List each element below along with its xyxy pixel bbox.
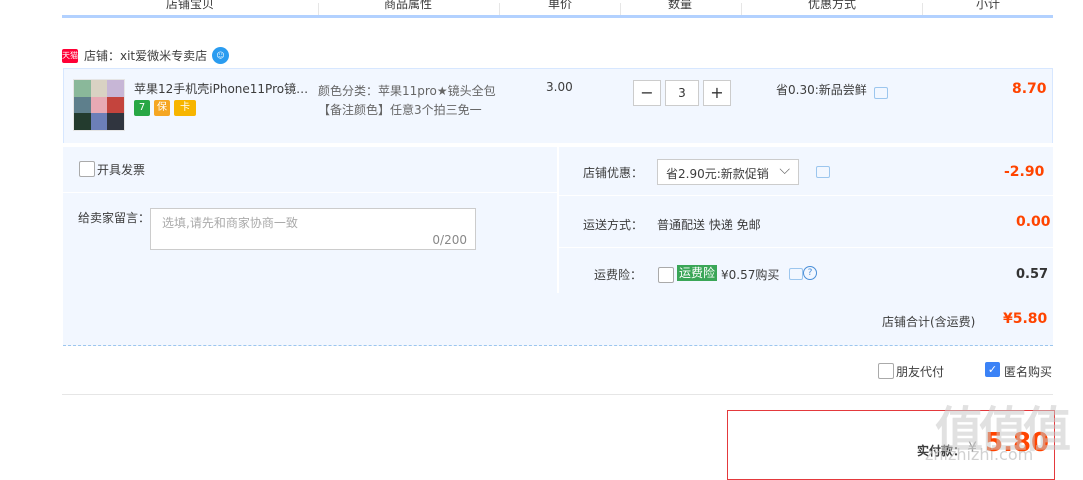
qty-minus-button[interactable]: − <box>633 80 661 106</box>
tmall-icon: 天猫 <box>62 49 78 63</box>
header-underline <box>62 15 1053 18</box>
store-discount-label: 店铺优惠： <box>583 166 644 180</box>
discount-info-icon[interactable] <box>816 166 830 178</box>
qty-plus-button[interactable]: + <box>703 80 731 106</box>
qty-input[interactable]: 3 <box>665 80 699 106</box>
product-title[interactable]: 苹果12手机壳iPhone11Pro镜头全包 <box>134 80 310 97</box>
invoice-checkbox[interactable] <box>79 161 95 177</box>
header-divider <box>741 3 742 15</box>
seven-day-return-icon: 7 <box>134 100 150 116</box>
promo-info-icon[interactable] <box>874 87 888 99</box>
divider <box>63 192 557 193</box>
friend-pay-label: 朋友代付 <box>896 365 945 379</box>
message-placeholder: 选填,请先和商家协商一致 <box>162 216 298 230</box>
help-icon[interactable]: ? <box>803 266 817 280</box>
anonymous-label: 匿名购买 <box>1004 365 1053 379</box>
store-discount-amount: -2.90 <box>1004 164 1045 180</box>
insurance-amount: 0.57 <box>1016 267 1049 282</box>
shipping-amount: 0.00 <box>1016 214 1051 230</box>
watermark-url: zhizhizhi.com <box>925 445 1034 464</box>
shipping-label: 运送方式： <box>583 218 644 232</box>
insurance-label: 运费险： <box>594 268 643 282</box>
message-label: 给卖家留言： <box>78 211 151 225</box>
shipping-method: 普通配送 快递 免邮 <box>657 218 761 232</box>
product-thumbnail[interactable] <box>73 79 125 131</box>
store-discount-value: 省2.90元:新款促销 <box>666 167 769 181</box>
col-header-qty: 数量 <box>668 0 693 11</box>
seller-message-input[interactable]: 选填,请先和商家协商一致 0/200 <box>150 208 476 250</box>
store-total-amount: ¥5.80 <box>1003 311 1048 327</box>
unit-price: 3.00 <box>546 80 573 94</box>
divider <box>62 394 1053 395</box>
insurance-checkbox[interactable] <box>658 267 674 283</box>
divider <box>559 247 1053 248</box>
item-promo: 省0.30:新品尝鲜 <box>776 83 867 97</box>
col-header-price: 单价 <box>548 0 573 11</box>
table-header: 店铺宝贝 商品属性 单价 数量 优惠方式 小计 <box>62 0 1053 16</box>
item-subtotal: 8.70 <box>1012 81 1047 97</box>
header-divider <box>620 3 621 15</box>
insurance-info-icon[interactable] <box>789 268 803 280</box>
guarantee-icon: 保 <box>154 100 170 116</box>
quantity-stepper: − 3 + <box>633 80 731 106</box>
header-divider <box>499 3 500 15</box>
divider <box>559 195 1053 196</box>
store-discount-select[interactable]: 省2.90元:新款促销 ⌵ <box>657 159 799 185</box>
product-note-attr: 【备注颜色】任意3个拍三免一 <box>318 103 482 117</box>
insurance-price: ¥0.57购买 <box>721 268 780 282</box>
message-counter: 0/200 <box>432 233 467 247</box>
friend-pay-checkbox[interactable] <box>878 363 894 379</box>
store-total-label: 店铺合计(含运费) <box>882 315 976 329</box>
product-color-attr: 颜色分类：苹果11pro★镜头全包 <box>318 84 496 98</box>
header-divider <box>922 3 923 15</box>
col-header-promo: 优惠方式 <box>808 0 857 11</box>
col-header-attr: 商品属性 <box>384 0 433 11</box>
col-header-item: 店铺宝贝 <box>166 0 215 11</box>
credit-card-icon: 卡 <box>174 100 196 116</box>
chevron-down-icon: ⌵ <box>779 162 790 178</box>
header-divider <box>318 3 319 15</box>
insurance-tag: 运费险 <box>677 265 718 281</box>
anonymous-checkbox[interactable]: ✓ <box>985 362 1000 377</box>
col-header-subtotal: 小计 <box>976 0 1001 11</box>
shop-name[interactable]: 店铺：xit爱微米专卖店 <box>84 47 207 64</box>
wangwang-icon[interactable]: ☺ <box>212 47 229 64</box>
invoice-label: 开具发票 <box>97 163 146 177</box>
